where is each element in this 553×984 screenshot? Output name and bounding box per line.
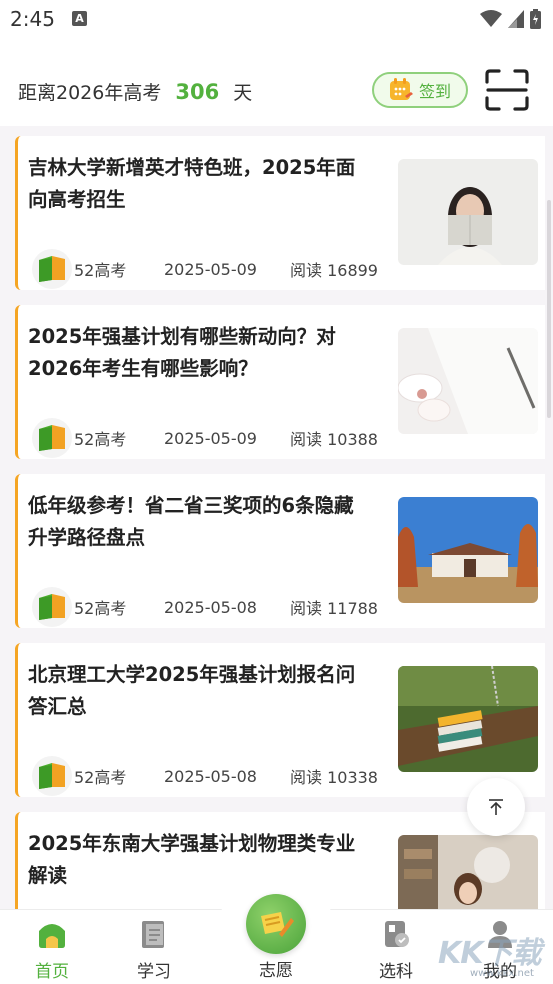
countdown-days: 306 <box>175 80 220 104</box>
article-reads: 阅读 11788 <box>290 599 378 618</box>
countdown-suffix: 天 <box>233 82 253 104</box>
checkin-button[interactable]: 签到 <box>372 72 468 108</box>
status-icons <box>480 8 541 30</box>
article-thumbnail[interactable] <box>398 159 538 265</box>
nav-label-application: 志愿 <box>259 961 293 981</box>
article-source: 52高考 <box>74 768 127 787</box>
calendar-icon <box>389 78 413 100</box>
article-meta: 52高考 2025-05-08 阅读 10338 <box>32 753 392 799</box>
article-reads: 阅读 10338 <box>290 768 378 787</box>
back-to-top-button[interactable] <box>467 778 525 836</box>
article-title[interactable]: 低年级参考！省二省三奖项的6条隐藏升学路径盘点 <box>28 490 368 554</box>
source-logo-icon <box>32 418 72 458</box>
article-date: 2025-05-09 <box>164 259 257 279</box>
application-icon <box>261 912 294 937</box>
article-title[interactable]: 吉林大学新增英才特色班，2025年面向高考招生 <box>28 152 368 216</box>
article-card[interactable]: 2025年强基计划有哪些新动向？对2026年考生有哪些影响？ 52高考 2025… <box>15 305 545 459</box>
nav-item-study[interactable]: 学习 <box>119 919 189 982</box>
home-icon <box>39 924 65 948</box>
article-source: 52高考 <box>74 430 127 449</box>
exam-countdown: 距离2026年高考 306 天 <box>18 78 252 105</box>
nav-item-subjects[interactable]: 选科 <box>361 919 431 982</box>
watermark-url: www.kkx.net <box>470 968 534 979</box>
nav-label: 选科 <box>379 962 413 982</box>
nav-label: 学习 <box>137 962 171 982</box>
subject-select-icon <box>385 921 409 947</box>
article-date: 2025-05-09 <box>164 428 257 448</box>
wifi-icon <box>480 10 502 27</box>
article-thumbnail[interactable] <box>398 497 538 603</box>
scan-icon[interactable] <box>484 68 530 112</box>
article-reads: 阅读 10388 <box>290 430 378 449</box>
signal-icon <box>508 10 524 28</box>
article-card[interactable]: 吉林大学新增英才特色班，2025年面向高考招生 52高考 2025-05-09 … <box>15 136 545 290</box>
article-title[interactable]: 北京理工大学2025年强基计划报名问答汇总 <box>28 659 368 723</box>
status-time: 2:45 <box>10 7 55 31</box>
arrow-up-icon <box>489 799 503 815</box>
book-icon <box>142 921 164 948</box>
article-source: 52高考 <box>74 599 127 618</box>
article-card[interactable]: 北京理工大学2025年强基计划报名问答汇总 52高考 2025-05-08 阅读… <box>15 643 545 797</box>
watermark: KK下载 <box>438 936 541 971</box>
article-thumbnail[interactable] <box>398 666 538 772</box>
home-header: 距离2026年高考 306 天 签到 <box>0 38 553 126</box>
notification-a-icon: A <box>72 11 87 26</box>
checkin-label: 签到 <box>418 82 451 101</box>
article-thumbnail[interactable] <box>398 328 538 434</box>
article-reads: 阅读 16899 <box>290 261 378 280</box>
article-date: 2025-05-08 <box>164 597 257 617</box>
source-logo-icon <box>32 756 72 796</box>
article-meta: 52高考 2025-05-08 阅读 11788 <box>32 584 392 630</box>
article-title[interactable]: 2025年强基计划有哪些新动向？对2026年考生有哪些影响？ <box>28 321 368 385</box>
article-meta: 52高考 2025-05-09 阅读 16899 <box>32 246 392 292</box>
article-thumbnail[interactable] <box>398 835 538 909</box>
nav-item-application[interactable] <box>246 894 306 954</box>
nav-label: 首页 <box>35 962 69 982</box>
source-logo-icon <box>32 587 72 627</box>
battery-icon <box>530 9 541 29</box>
scrollbar[interactable] <box>547 200 551 418</box>
source-logo-icon <box>32 249 72 289</box>
status-bar: 2:45 A <box>0 0 553 38</box>
nav-item-home[interactable]: 首页 <box>17 919 87 982</box>
article-title[interactable]: 2025年东南大学强基计划物理类专业解读 <box>28 828 368 892</box>
article-card[interactable]: 低年级参考！省二省三奖项的6条隐藏升学路径盘点 52高考 2025-05-08 … <box>15 474 545 628</box>
article-meta: 52高考 2025-05-09 阅读 10388 <box>32 415 392 461</box>
article-source: 52高考 <box>74 261 127 280</box>
countdown-prefix: 距离2026年高考 <box>18 82 162 104</box>
article-date: 2025-05-08 <box>164 766 257 786</box>
